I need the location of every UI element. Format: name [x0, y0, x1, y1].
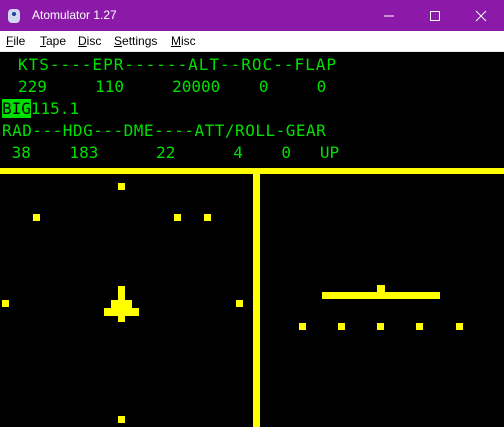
- map-marker: [236, 300, 243, 307]
- big-indicator: BIG: [2, 99, 31, 118]
- nav-header-row: RAD---HDG---DME----ATT/ROLL-GEAR: [2, 121, 327, 140]
- close-button[interactable]: [458, 0, 504, 31]
- emulator-screen[interactable]: KTS----EPR------ALT--ROC--FLAP 229 110 2…: [0, 52, 504, 427]
- app-icon: [8, 9, 20, 23]
- window-title: Atomulator 1.27: [32, 8, 117, 22]
- menu-settings[interactable]: Settings: [114, 31, 157, 51]
- divider-vertical: [253, 174, 260, 427]
- maximize-icon: [430, 10, 440, 21]
- map-marker: [118, 416, 125, 423]
- map-marker: [174, 214, 181, 221]
- close-icon: [475, 10, 487, 21]
- nav-values-row: 38 183 22 4 0 UP: [2, 143, 340, 162]
- horizon-marker: [416, 323, 423, 330]
- nav-frequency: 115.1: [30, 99, 80, 118]
- minimize-button[interactable]: [366, 0, 412, 31]
- map-marker: [33, 214, 40, 221]
- menu-tape[interactable]: Tape: [40, 31, 66, 51]
- maximize-button[interactable]: [412, 0, 458, 31]
- nav-frequency-row: BIG115.1: [2, 99, 79, 119]
- horizon-marker: [456, 323, 463, 330]
- instrument-header-row: KTS----EPR------ALT--ROC--FLAP: [18, 55, 337, 74]
- title-bar: Atomulator 1.27: [0, 0, 504, 31]
- attitude-bar: [322, 292, 440, 299]
- map-marker: [204, 214, 211, 221]
- menu-misc[interactable]: Misc: [171, 31, 196, 51]
- map-marker: [118, 183, 125, 190]
- minimize-icon: [384, 15, 394, 16]
- menu-disc[interactable]: Disc: [78, 31, 101, 51]
- attitude-center-marker: [377, 285, 385, 292]
- menu-bar: File Tape Disc Settings Misc: [0, 31, 504, 52]
- horizon-marker: [299, 323, 306, 330]
- horizon-marker: [377, 323, 384, 330]
- divider-horizontal: [0, 168, 504, 174]
- horizon-marker: [338, 323, 345, 330]
- menu-file[interactable]: File: [6, 31, 25, 51]
- instrument-values-row: 229 110 20000 0 0: [18, 77, 327, 96]
- map-marker: [2, 300, 9, 307]
